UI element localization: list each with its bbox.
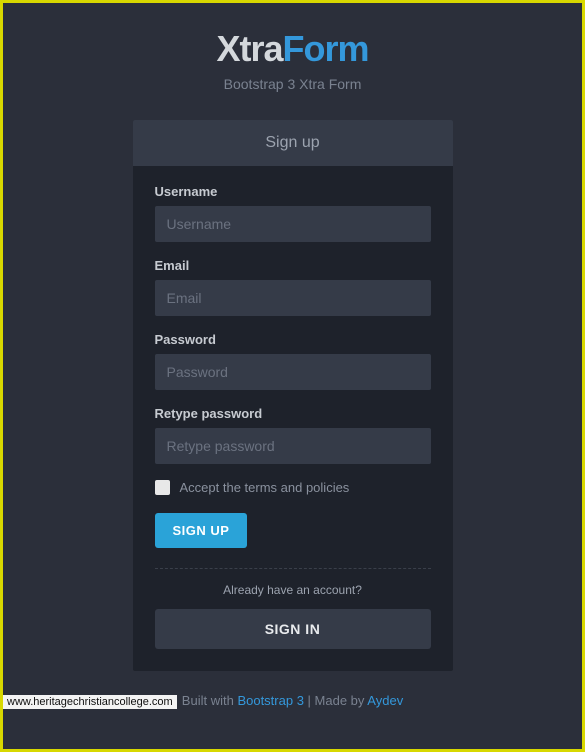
email-input[interactable] (155, 280, 431, 316)
logo-part-xtra: Xtra (216, 28, 282, 69)
tab-signup[interactable]: Sign up (133, 120, 453, 166)
app-logo: XtraForm (3, 28, 582, 70)
watermark-text: www.heritagechristiancollege.com (3, 695, 177, 709)
password-label: Password (155, 332, 431, 347)
signin-button[interactable]: SIGN IN (155, 609, 431, 649)
password-input[interactable] (155, 354, 431, 390)
divider (155, 568, 431, 569)
retype-password-input[interactable] (155, 428, 431, 464)
already-have-account-text: Already have an account? (155, 583, 431, 597)
username-label: Username (155, 184, 431, 199)
logo-part-form: Form (283, 28, 369, 69)
username-input[interactable] (155, 206, 431, 242)
retype-label: Retype password (155, 406, 431, 421)
footer-prefix: Built with (182, 693, 238, 708)
footer-link-aydev[interactable]: Aydev (367, 693, 403, 708)
terms-label: Accept the terms and policies (180, 480, 350, 495)
signup-card: Sign up Username Email Password Retype p… (133, 120, 453, 671)
terms-checkbox[interactable] (155, 480, 170, 495)
footer-link-bootstrap[interactable]: Bootstrap 3 (237, 693, 304, 708)
footer-middle: | Made by (304, 693, 367, 708)
signup-button[interactable]: SIGN UP (155, 513, 248, 548)
page-subtitle: Bootstrap 3 Xtra Form (3, 76, 582, 92)
email-label: Email (155, 258, 431, 273)
